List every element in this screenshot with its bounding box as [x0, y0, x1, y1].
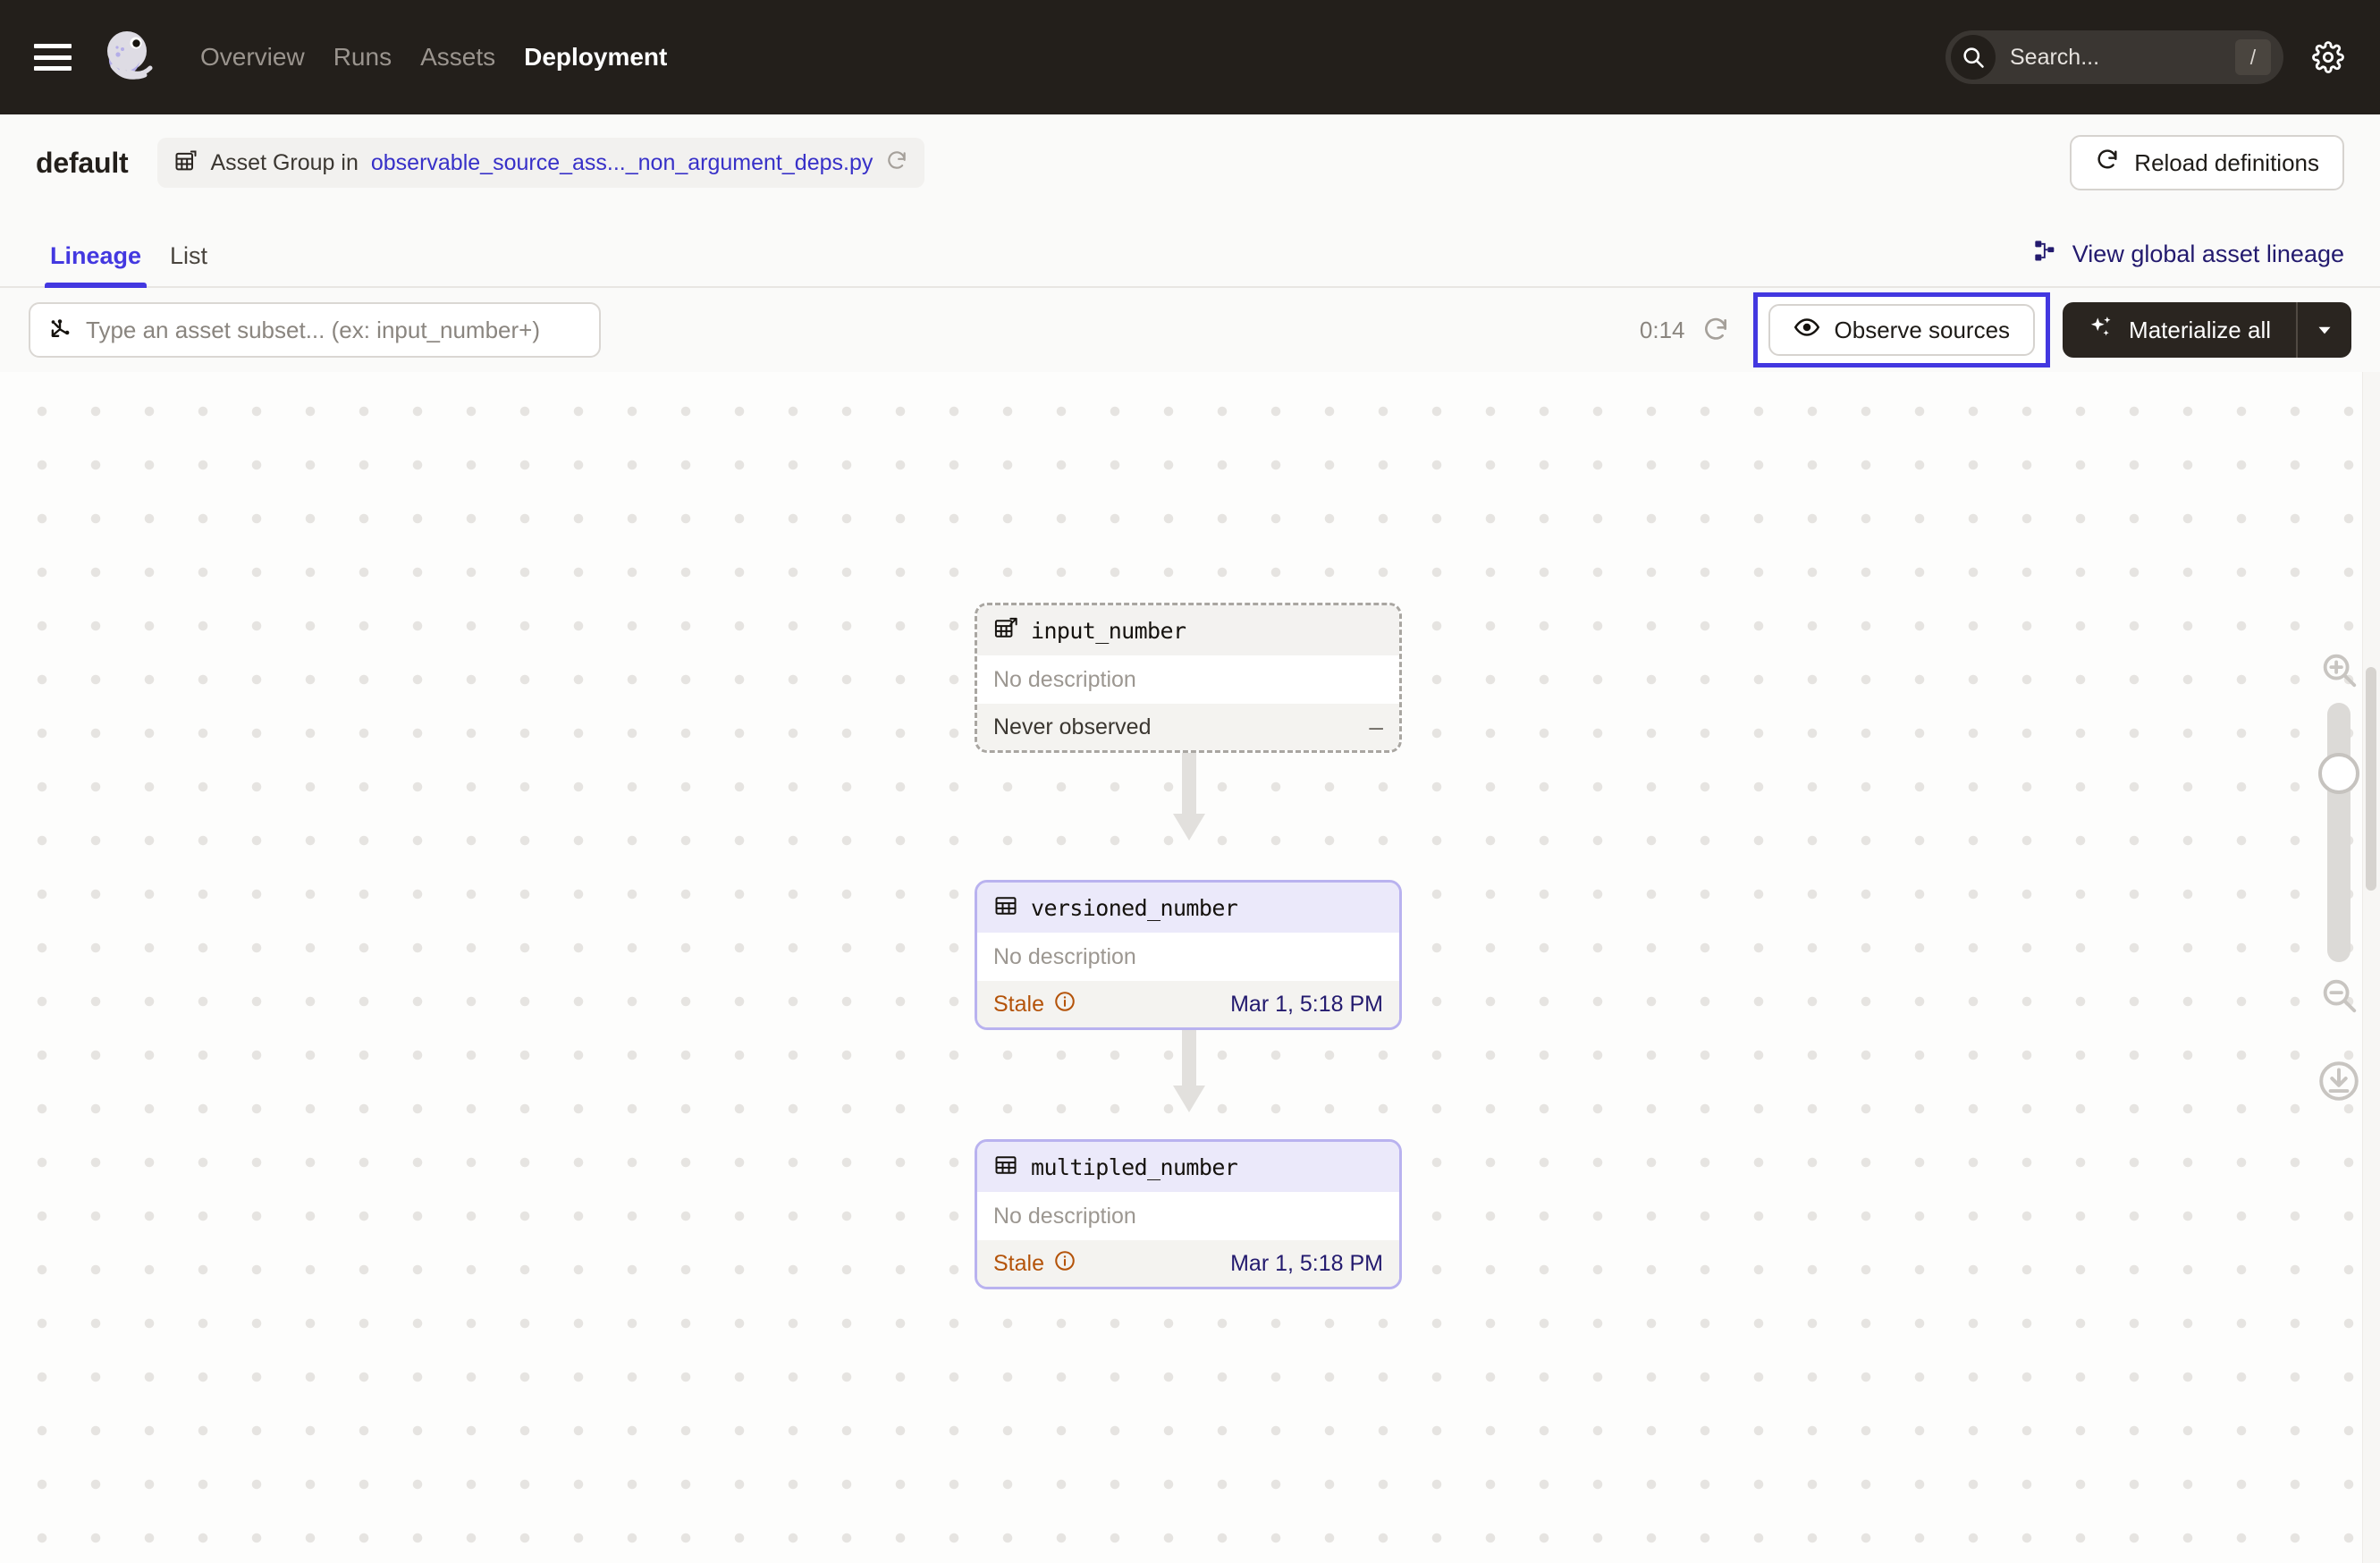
info-icon[interactable]: [1053, 1249, 1076, 1279]
asset-node-footer: Stale Mar 1, 5:18 PM: [977, 981, 1399, 1027]
asset-selection-icon: [46, 315, 73, 346]
asset-node-timestamp[interactable]: Mar 1, 5:18 PM: [1230, 992, 1383, 1018]
view-tabs: Lineage List: [36, 242, 222, 288]
asset-lineage-canvas[interactable]: input_number No description Never observ…: [0, 372, 2380, 1563]
asset-group-file-link[interactable]: observable_source_ass..._non_argument_de…: [371, 150, 874, 176]
observe-sources-label: Observe sources: [1834, 316, 2011, 343]
asset-node-description: No description: [977, 933, 1399, 981]
auto-refresh-timer: 0:14: [1639, 316, 1685, 343]
nav-link-overview[interactable]: Overview: [186, 34, 319, 80]
reload-definitions-label: Reload definitions: [2134, 148, 2319, 176]
zoom-slider[interactable]: [2318, 703, 2359, 962]
main-nav-links: Overview Runs Assets Deployment: [186, 34, 681, 80]
chevron-down-icon[interactable]: [2296, 302, 2351, 358]
zoom-in-icon[interactable]: [2318, 649, 2359, 690]
reload-definitions-button[interactable]: Reload definitions: [2070, 135, 2344, 190]
eye-icon: [1793, 314, 1820, 347]
lineage-graph-icon: [2033, 239, 2058, 270]
asset-table-icon: [993, 1153, 1018, 1182]
observe-sources-button[interactable]: Observe sources: [1768, 304, 2036, 356]
asset-node-timestamp[interactable]: Mar 1, 5:18 PM: [1230, 1251, 1383, 1277]
asset-subset-input[interactable]: Type an asset subset... (ex: input_numbe…: [29, 302, 601, 358]
asset-node-description: No description: [977, 655, 1399, 704]
page-title: default: [36, 146, 129, 179]
materialize-all-button[interactable]: Materialize all: [2063, 302, 2296, 358]
asset-group-label: Asset Group in: [210, 149, 359, 175]
asset-node-multipled-number[interactable]: multipled_number No description Stale Ma…: [975, 1139, 1402, 1289]
asset-node-status[interactable]: Stale: [993, 992, 1044, 1018]
asset-node-versioned-number[interactable]: versioned_number No description Stale Ma…: [975, 880, 1402, 1030]
asset-node-title: versioned_number: [1031, 894, 1238, 921]
view-global-asset-lineage-label: View global asset lineage: [2072, 241, 2344, 267]
asset-group-breadcrumb[interactable]: Asset Group in observable_source_ass..._…: [156, 138, 925, 188]
zoom-slider-handle[interactable]: [2318, 753, 2359, 794]
toolbar-right-group: 0:14 Observe sources Materialize all: [1640, 292, 2351, 368]
search-input[interactable]: Search... /: [1945, 30, 2283, 84]
asset-node-timestamp: –: [1369, 713, 1383, 740]
hamburger-icon[interactable]: [34, 44, 72, 71]
zoom-controls: [2310, 649, 2367, 1108]
asset-node-title: multipled_number: [1031, 1153, 1238, 1180]
tab-lineage[interactable]: Lineage: [36, 242, 156, 288]
tab-list[interactable]: List: [156, 242, 222, 286]
source-asset-table-icon: [993, 616, 1018, 646]
tabs-row: Lineage List View global asset lineage: [0, 211, 2380, 288]
asset-node-description: No description: [977, 1192, 1399, 1240]
materialize-all-label: Materialize all: [2129, 316, 2271, 343]
page-header: default Asset Group in observable_source…: [0, 114, 2380, 211]
asset-node-header: versioned_number: [977, 883, 1399, 933]
view-global-asset-lineage-link[interactable]: View global asset lineage: [2033, 239, 2344, 270]
gear-icon[interactable]: [2308, 38, 2348, 77]
asset-node-footer: Stale Mar 1, 5:18 PM: [977, 1240, 1399, 1287]
search-shortcut-key: /: [2235, 39, 2271, 75]
asset-group-icon: [173, 148, 198, 178]
download-icon[interactable]: [2317, 1059, 2361, 1108]
asset-node-footer: Never observed –: [977, 704, 1399, 750]
search-icon: [1951, 35, 1996, 80]
nav-right-group: Search... /: [1945, 30, 2348, 84]
graph-toolbar: Type an asset subset... (ex: input_numbe…: [0, 292, 2380, 368]
nav-link-runs[interactable]: Runs: [319, 34, 406, 80]
refresh-icon[interactable]: [1701, 316, 1730, 344]
asset-node-status: Never observed: [993, 714, 1152, 739]
nav-link-deployment[interactable]: Deployment: [510, 34, 681, 80]
asset-node-header: multipled_number: [977, 1142, 1399, 1192]
dagster-logo[interactable]: [95, 28, 154, 87]
nav-link-assets[interactable]: Assets: [406, 34, 510, 80]
zoom-out-icon[interactable]: [2318, 975, 2359, 1016]
asset-node-status[interactable]: Stale: [993, 1251, 1044, 1277]
top-navigation-bar: Overview Runs Assets Deployment Search..…: [0, 0, 2380, 114]
search-placeholder: Search...: [2010, 44, 2100, 70]
materialize-button-group: Materialize all: [2063, 302, 2351, 358]
reload-icon: [2095, 148, 2120, 179]
canvas-scroll-strip[interactable]: [2362, 372, 2380, 1563]
info-icon[interactable]: [1053, 990, 1076, 1019]
asset-node-input-number[interactable]: input_number No description Never observ…: [975, 603, 1402, 753]
sparkle-icon: [2088, 314, 2114, 347]
asset-table-icon: [993, 893, 1018, 923]
asset-node-header: input_number: [977, 605, 1399, 655]
canvas-scrollbar-thumb[interactable]: [2366, 667, 2376, 891]
observe-sources-highlight: Observe sources: [1752, 292, 2051, 368]
refresh-icon[interactable]: [885, 149, 908, 177]
asset-subset-placeholder: Type an asset subset... (ex: input_numbe…: [86, 316, 541, 343]
asset-node-title: input_number: [1031, 617, 1186, 644]
